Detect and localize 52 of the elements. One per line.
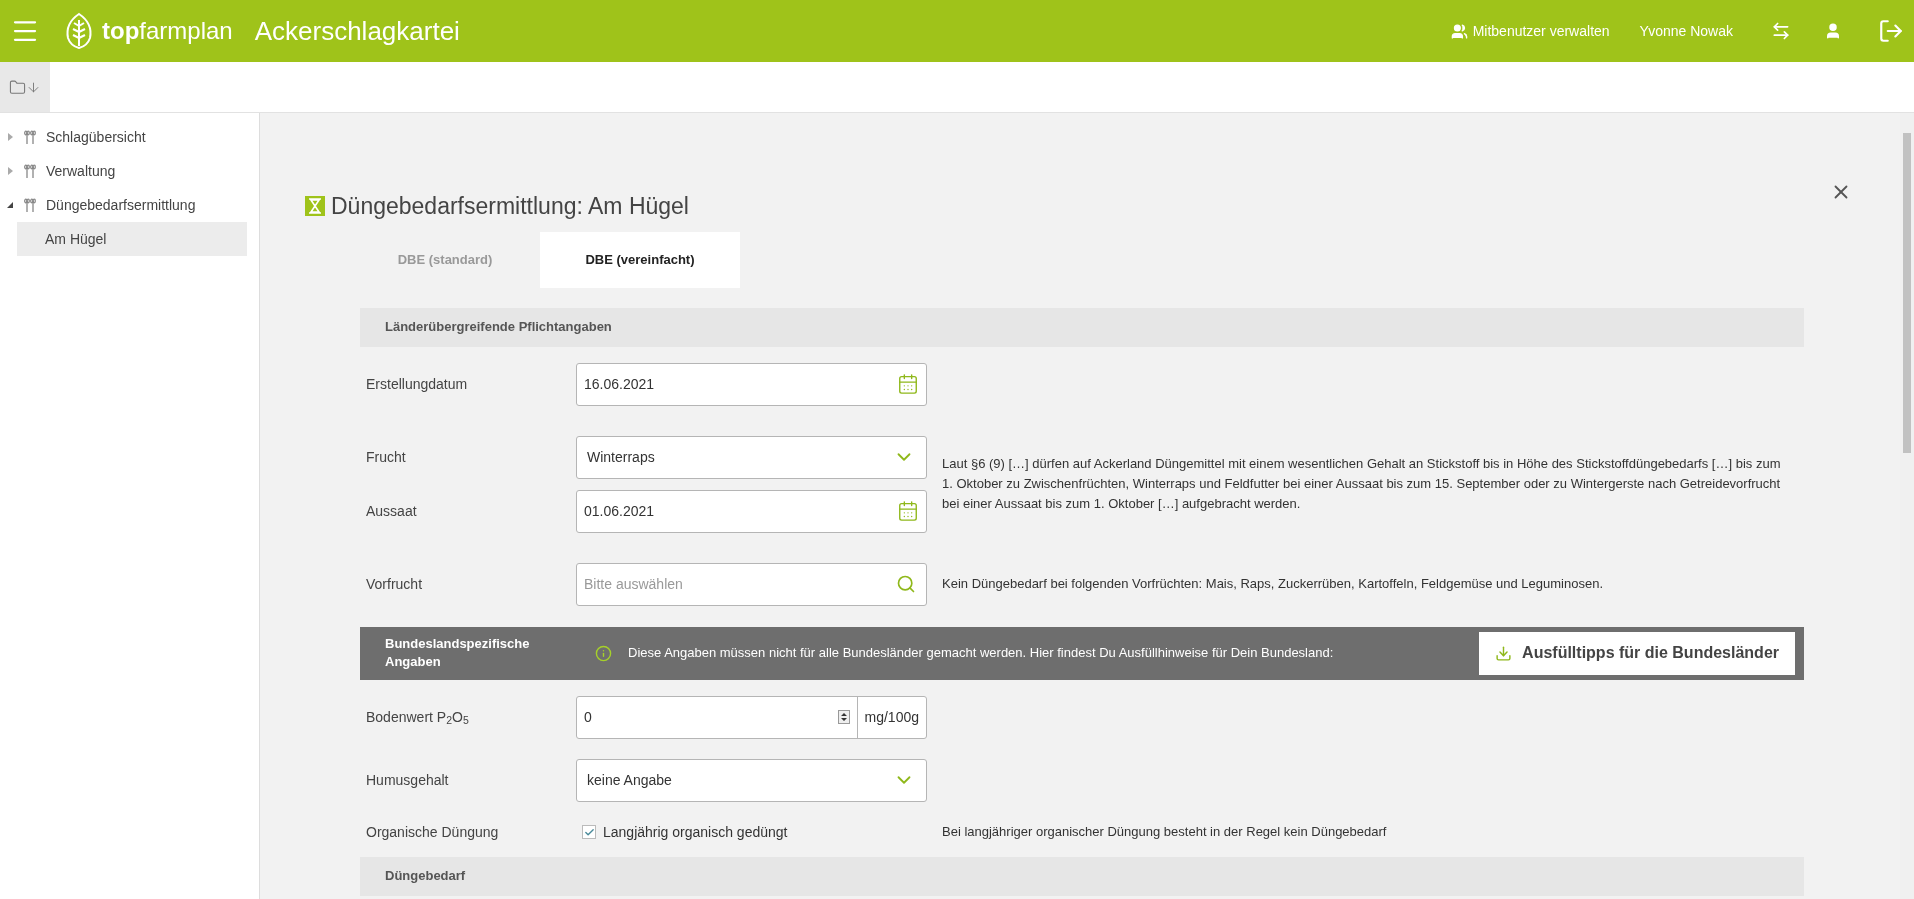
- info-icon: [595, 644, 612, 662]
- wheat-icon: [23, 197, 37, 213]
- wheat-icon: [23, 163, 37, 179]
- field-label: Erstellungdatum: [365, 374, 469, 394]
- hourglass-icon: [305, 196, 325, 217]
- checkbox-label[interactable]: Langjährig organisch gedüngt: [603, 821, 788, 843]
- field-label: Frucht: [365, 447, 407, 467]
- users-icon[interactable]: [1450, 22, 1468, 40]
- field-value: keine Angabe: [587, 770, 673, 790]
- logo-text: topfarmplan: [102, 19, 233, 43]
- select-field[interactable]: keine Angabe: [576, 758, 927, 802]
- note-text: Bei langjähriger organischer Düngung besteht in der Regel kein Düngebedarf: [942, 823, 1387, 842]
- user-icon[interactable]: [1824, 22, 1842, 40]
- collapsed-triangle-icon[interactable]: [6, 167, 14, 175]
- collapsed-triangle-icon[interactable]: [6, 133, 14, 141]
- logout-icon[interactable]: [1878, 18, 1904, 44]
- field-label: Aussaat: [365, 501, 418, 521]
- search-field[interactable]: Bitte auswählen: [576, 562, 927, 606]
- info-text: Diese Angaben müssen nicht für alle Bundesländer gemacht werden. Hier findest Du Ausfüllhinweise für Dein Bundesland:: [628, 644, 1335, 663]
- section-header: Düngebedarf: [360, 856, 1804, 896]
- field-label: Bodenwert P$_{2}$O$_{5}$: [365, 707, 470, 728]
- field-value: 16.06.2021: [584, 374, 656, 394]
- app-title: Ackerschlagkartei: [254, 14, 460, 48]
- section-heading: Bundeslandspezifische Angaben: [385, 635, 531, 671]
- tips-button[interactable]: Ausfülltipps für die Bundesländer: [1479, 631, 1795, 675]
- field-label: Vorfrucht: [365, 574, 424, 594]
- field-label: Humusgehalt: [365, 770, 450, 790]
- date-field[interactable]: 16.06.2021: [576, 362, 927, 406]
- swap-icon[interactable]: [1771, 21, 1791, 41]
- calendar-icon[interactable]: [897, 500, 919, 522]
- tree-item[interactable]: Düngebedarfsermittlung: [46, 194, 196, 216]
- note-text: Laut §6 (9) […] dürfen auf Ackerland Düngemittel mit einem wesentlichen Gehalt an Stickstoff bis in Höhe des Stickstoffdüngebedarfs […] bis zum 1. Oktober zu Zwischenfrüchten, Winterraps und Feldfutter bei einer Aussaat bis zum 15. September oder zu Wintergerste nach Getreidevorfrucht bei einer Aussaat bis zum 1. Oktober […] aufgebracht werden.: [942, 455, 1782, 513]
- folder-icon: [9, 78, 26, 96]
- note-text: Kein Düngebedarf bei folgenden Vorfrüchten: Mais, Raps, Zuckerrüben, Kartoffeln, Feldgemüse und Leguminosen.: [942, 575, 1604, 593]
- tab[interactable]: DBE (vereinfacht): [540, 231, 740, 288]
- checkbox[interactable]: [582, 825, 596, 839]
- field-label: Organische Düngung: [365, 822, 500, 842]
- wheat-icon: [23, 129, 37, 145]
- select-field[interactable]: Winterraps: [576, 435, 927, 479]
- tree-item[interactable]: Verwaltung: [46, 160, 116, 182]
- download-icon: [1495, 644, 1513, 662]
- folder-download-button[interactable]: [0, 62, 50, 112]
- section-header: Länderübergreifende Pflichtangaben: [360, 307, 1804, 347]
- date-field[interactable]: 01.06.2021: [576, 489, 927, 533]
- tree-item[interactable]: Schlagübersicht: [46, 126, 146, 148]
- calendar-icon[interactable]: [897, 373, 919, 395]
- tree-subitem[interactable]: Am Hügel: [17, 222, 247, 256]
- field-value: Winterraps: [587, 447, 656, 467]
- field-value: 01.06.2021: [584, 501, 656, 521]
- page-title: Düngebedarfsermittlung: Am Hügel: [331, 192, 689, 221]
- search-icon[interactable]: [896, 573, 916, 594]
- expanded-triangle-icon[interactable]: [6, 201, 14, 209]
